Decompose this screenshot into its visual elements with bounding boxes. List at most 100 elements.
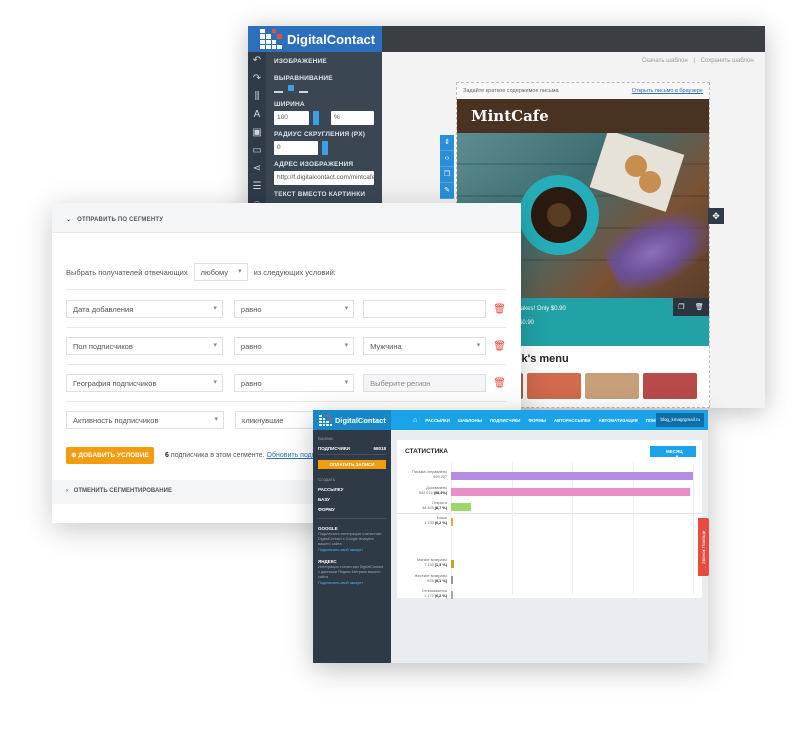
duplicate-icon[interactable]: ❐ — [678, 303, 684, 311]
stats-title: СТАТИСТИКА — [405, 448, 448, 455]
delete-block-icon[interactable]: 🗑 — [695, 303, 704, 311]
subscribers-row: ПОДПИСЧИКИ 68018 — [318, 446, 386, 455]
region-select[interactable]: Выберите регион — [363, 374, 487, 392]
undo-icon[interactable]: ↶ — [248, 52, 266, 70]
nav-item[interactable]: ШАБЛОНЫ — [458, 418, 482, 423]
stats-dashboard: DigitalContact ⌂ РАССЫЛКИ ШАБЛОНЫ ПОДПИС… — [313, 410, 708, 663]
image-url-input[interactable]: http://f.digitalcontact.com/mintcafe — [274, 171, 374, 185]
block-toolbar: ⇕ ‹› ❐ ✎ — [440, 135, 454, 199]
text-icon[interactable]: A — [248, 106, 266, 124]
add-condition-button[interactable]: ⊕ ДОБАВИТЬ УСЛОВИЕ — [66, 447, 154, 464]
image-icon[interactable]: ▣ — [248, 124, 266, 142]
subscribers-label: ПОДПИСЧИКИ — [318, 446, 350, 451]
create-item[interactable]: БАЗУ — [318, 497, 386, 502]
grid-line — [632, 462, 634, 594]
field-select[interactable]: Активность подписчиков — [66, 411, 224, 429]
add-condition-label: ДОБАВИТЬ УСЛОВИЕ — [78, 452, 149, 459]
home-icon[interactable]: ⌂ — [413, 417, 417, 424]
rule-suffix: из следующих условий: — [253, 267, 336, 277]
logo-mark-icon — [260, 29, 282, 49]
stat-bar — [451, 472, 693, 480]
align-right-icon[interactable] — [299, 85, 308, 93]
editor-logo[interactable]: DigitalContact — [248, 26, 382, 52]
drag-handle-icon[interactable]: ✥ — [708, 208, 724, 224]
edit-block-icon[interactable]: ✎ — [440, 183, 454, 199]
operator-select[interactable]: равно — [233, 300, 355, 318]
redo-icon[interactable]: ↷ — [248, 70, 266, 88]
align-center-icon[interactable] — [288, 85, 294, 91]
width-input[interactable]: 100 — [274, 111, 310, 125]
period-select[interactable]: МЕСЯЦ ▾ — [650, 446, 696, 459]
width-stepper[interactable] — [313, 111, 320, 125]
block-actions: ❐ 🗑 — [673, 298, 709, 316]
count-caption: подписчика в этом сегменте. — [170, 452, 265, 459]
menu-photo[interactable] — [527, 373, 581, 399]
columns-icon[interactable]: ⫼ — [248, 88, 266, 106]
main-nav: ⌂ РАССЫЛКИ ШАБЛОНЫ ПОДПИСЧИКИ ФОРМЫ АВТО… — [413, 410, 667, 430]
value-select[interactable]: Мужчина — [363, 337, 487, 355]
pay-button[interactable]: ОПЛАТИТЬ ЗАПИСИ — [318, 460, 386, 469]
template-links: Скачать шаблон | Сохранить шаблон — [642, 58, 754, 64]
nav-item[interactable]: ПОДПИСЧИКИ — [490, 418, 520, 423]
address-label: АДРЕС ИЗОБРАЖЕНИЯ — [274, 161, 354, 168]
trash-icon[interactable]: 🗑 — [493, 378, 506, 389]
field-select[interactable]: Пол подписчиков — [66, 337, 223, 355]
field-select[interactable]: Дата добавления — [66, 300, 223, 318]
operator-select[interactable]: равно — [233, 337, 355, 355]
nav-item[interactable]: АВТОМАТИЗАЦИЯ — [599, 418, 638, 423]
move-block-icon[interactable]: ⇕ — [440, 135, 454, 151]
help-call-tab[interactable]: Звонок Помощи — [698, 518, 709, 576]
section-divider — [397, 513, 702, 514]
segment-count: 6 подписчика в этом сегменте. Обновить п… — [165, 452, 327, 459]
divider-icon[interactable]: ☰ — [248, 178, 266, 196]
trash-icon[interactable]: 🗑 — [493, 304, 506, 315]
operator-select[interactable]: равно — [233, 374, 355, 392]
download-template-link[interactable]: Скачать шаблон — [642, 58, 688, 64]
stat-bar — [451, 503, 471, 511]
code-icon[interactable]: ‹› — [440, 151, 454, 167]
value-input[interactable] — [363, 300, 487, 318]
grid-line — [572, 462, 573, 594]
align-left-icon[interactable] — [274, 85, 283, 93]
preheader-text[interactable]: Задайте краткое содержимое письма — [463, 88, 559, 94]
subscribers-value: 68018 — [373, 446, 386, 451]
radius-label: РАДИУС СКРУГЛЕНИЯ (PX) — [274, 131, 366, 138]
plus-circle-icon: ⊕ — [71, 452, 77, 459]
stat-bar — [451, 518, 453, 526]
statistics-card: СТАТИСТИКА МЕСЯЦ ▾ Письма отправлено 599 … — [397, 440, 702, 599]
segment-header[interactable]: ⌄ ОТПРАВИТЬ ПО СЕГМЕНТУ — [52, 203, 521, 233]
service-desc: Интеграция статистики DigitalContact с д… — [318, 565, 384, 579]
condition-row: Пол подписчиков равно Мужчина 🗑 — [66, 336, 506, 356]
save-template-link[interactable]: Сохранить шаблон — [701, 58, 754, 64]
create-item[interactable]: РАССЫЛКУ — [318, 487, 386, 492]
share-icon[interactable]: ⋖ — [248, 160, 266, 178]
service-title: GOOGLE — [318, 526, 338, 531]
stat-label: Клики 1 130 (0,2 %) — [424, 516, 447, 525]
menu-photo[interactable] — [585, 373, 639, 399]
align-label: ВЫРАВНИВАНИЕ — [274, 75, 333, 82]
create-item[interactable]: ФОРМУ — [318, 507, 386, 512]
nav-item[interactable]: РАССЫЛКИ — [425, 418, 450, 423]
connect-link[interactable]: Подключить свой аккаунт — [318, 548, 386, 552]
nav-item[interactable]: АВТОРАССЫЛКИ — [554, 418, 591, 423]
service-title: ЯНДЕКС — [318, 559, 337, 564]
nav-item[interactable]: ФОРМЫ — [528, 418, 546, 423]
preheader-bar: Задайте краткое содержимое письма Открыт… — [457, 83, 709, 99]
brand-header[interactable]: MintCafe — [457, 99, 709, 133]
open-in-browser-link[interactable]: Открыть письмо в браузере — [632, 88, 703, 94]
menu-photo[interactable] — [643, 373, 697, 399]
user-menu[interactable]: blog_kmagrgmail.ru — [656, 413, 704, 427]
radius-stepper[interactable] — [322, 141, 328, 155]
connect-link[interactable]: Подключить свой аккаунт — [318, 581, 386, 585]
chevron-down-icon: ▾ — [676, 454, 679, 459]
dashboard-logo[interactable]: DigitalContact — [313, 410, 391, 430]
copy-block-icon[interactable]: ❐ — [440, 167, 454, 183]
button-icon[interactable]: ▭ — [248, 142, 266, 160]
trash-icon[interactable]: 🗑 — [493, 341, 506, 352]
match-select[interactable]: любому — [193, 263, 248, 281]
field-select[interactable]: География подписчиков — [66, 374, 223, 392]
radius-input[interactable]: 0 — [274, 141, 318, 155]
cancel-label: ОТМЕНИТЬ СЕГМЕНТИРОВАНИЕ — [73, 488, 172, 494]
section-title: ИЗОБРАЖЕНИЕ — [274, 58, 327, 65]
width-unit-select[interactable]: % — [331, 111, 374, 125]
